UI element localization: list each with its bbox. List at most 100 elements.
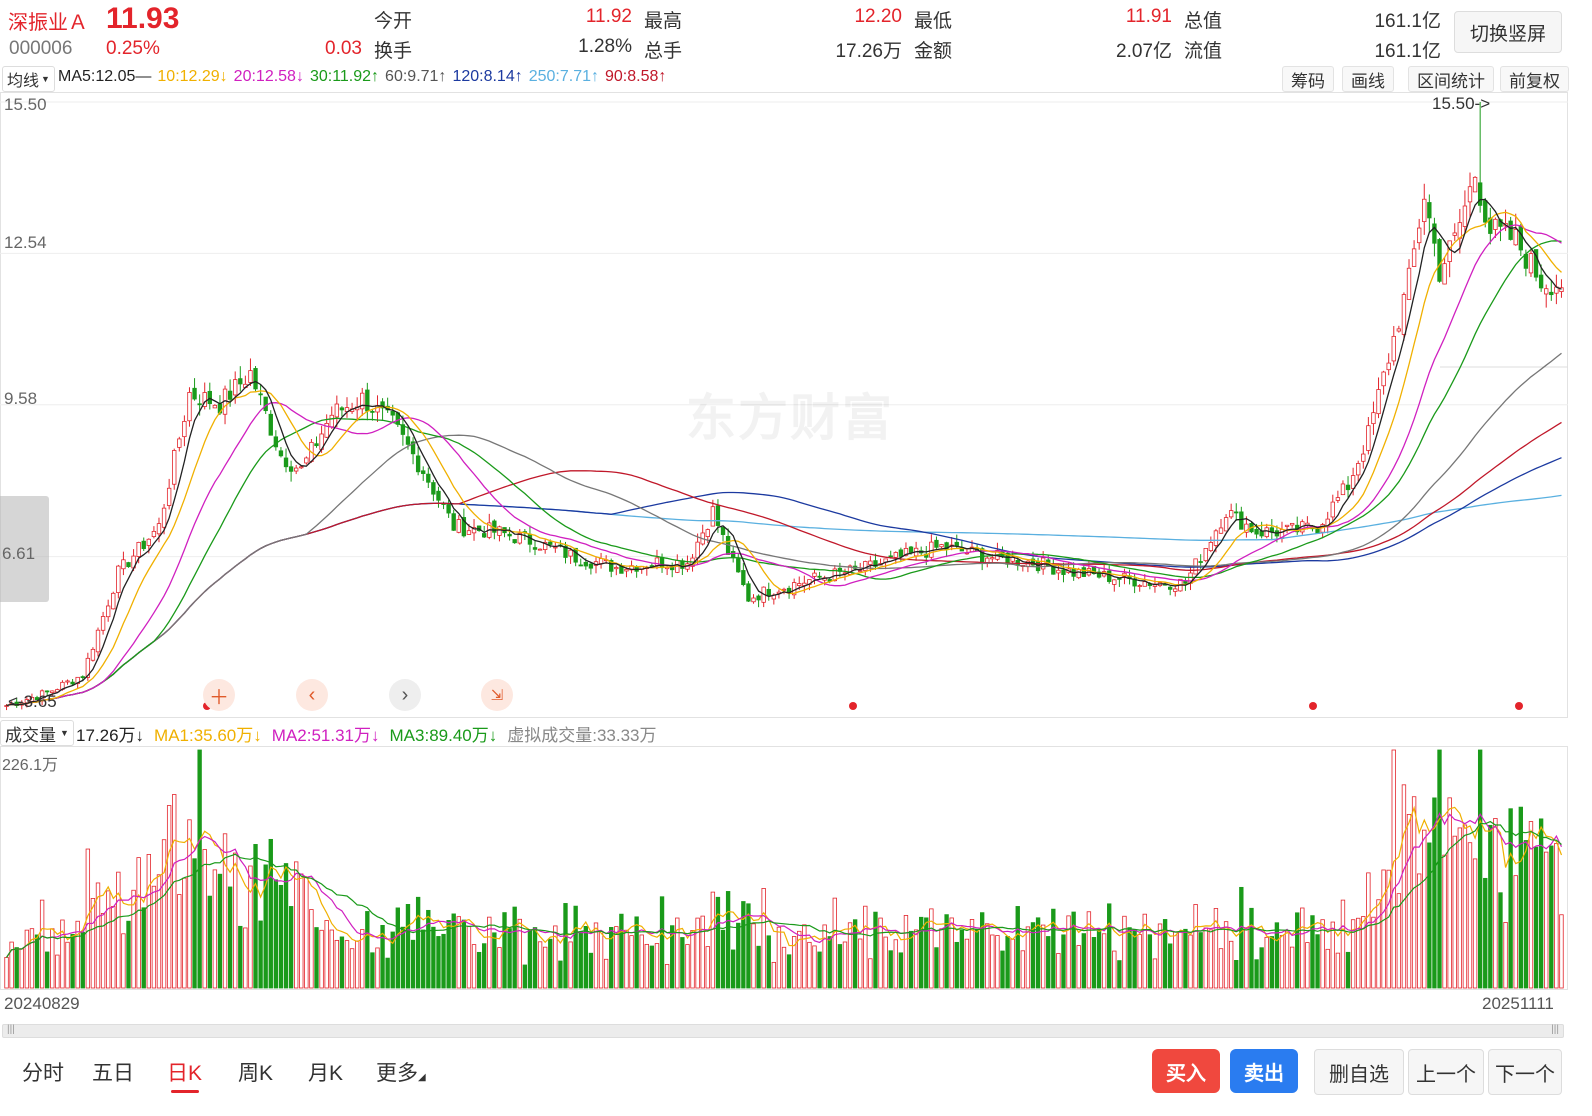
volume-bar [878, 917, 883, 989]
volume-bar [1147, 934, 1153, 989]
volume-legend-item: MA1:35.60万↓ [154, 726, 262, 745]
candle-body [1528, 253, 1534, 274]
candle-body [451, 513, 456, 531]
volume-bar [1076, 945, 1081, 989]
volume-bar [1477, 749, 1483, 989]
chips-button[interactable]: 筹码 [1282, 66, 1334, 92]
tab-five-day[interactable]: 五日 [92, 1057, 134, 1087]
candle-body [1137, 585, 1142, 587]
tab-more[interactable]: 更多◢ [376, 1057, 426, 1087]
volume-bar [527, 929, 533, 989]
volume-bar [136, 857, 141, 989]
tab-minute[interactable]: 分时 [22, 1057, 64, 1087]
event-dot[interactable] [849, 702, 857, 710]
event-dot[interactable] [1515, 702, 1523, 710]
candle-body [370, 411, 375, 413]
volume-bar [1493, 818, 1498, 989]
buy-button[interactable]: 买入 [1152, 1049, 1220, 1093]
volume-bar [827, 936, 832, 989]
volume-bar [426, 909, 431, 989]
ma-selector[interactable]: 均线 ▼ [2, 66, 55, 92]
volume-bar [344, 940, 350, 989]
candle-body [537, 548, 543, 551]
range-scrollbar[interactable]: ||| ||| [2, 1024, 1564, 1038]
volume-bar [548, 938, 553, 989]
min-price-marker: <-3.65 [8, 692, 57, 711]
volume-bar [212, 869, 218, 989]
candle-body [908, 546, 914, 553]
stock-name: 深振业Ａ [8, 12, 88, 34]
volume-bar [370, 952, 375, 989]
volume-chart[interactable] [0, 746, 1568, 990]
volume-bar [705, 946, 710, 989]
volume-bar [695, 917, 700, 989]
volume-bar [34, 934, 40, 989]
volume-bar [593, 922, 599, 989]
candle-body [1056, 569, 1061, 574]
scroll-left-button[interactable]: ‹ [296, 679, 328, 711]
adjust-button[interactable]: 前复权 [1500, 66, 1569, 92]
candle-body [466, 530, 472, 535]
volume-bar [1096, 928, 1102, 989]
volume-bar [751, 923, 756, 989]
volume-bar [1269, 936, 1274, 989]
candle-body [710, 506, 716, 527]
min-price-value: 3.65 [23, 692, 57, 711]
volume-bar [1066, 915, 1071, 989]
tab-daily-k[interactable]: 日K [167, 1057, 202, 1087]
candle-body [268, 413, 273, 436]
volume-bar [278, 884, 284, 989]
stat-value: 161.1亿 [1374, 11, 1441, 32]
volume-bar [1198, 932, 1203, 989]
volume-bar [349, 948, 355, 989]
candle-body [715, 505, 721, 526]
candle-body [141, 540, 146, 550]
scroll-handle-left[interactable]: ||| [7, 1024, 15, 1035]
volume-bar [1538, 818, 1544, 989]
remove-watchlist-button[interactable]: 删自选 [1314, 1049, 1404, 1095]
event-dot[interactable] [1309, 702, 1317, 710]
volume-bar [1188, 934, 1193, 989]
candle-body [497, 526, 502, 536]
volume-bar [1061, 934, 1066, 989]
ma-legend-item: 20:12.58↓ [233, 68, 304, 85]
tab-weekly-k[interactable]: 周K [238, 1057, 273, 1087]
next-stock-button[interactable]: 下一个 [1488, 1049, 1562, 1095]
ma-legend-item: MA5:12.05— [58, 68, 152, 85]
candle-body [797, 583, 802, 586]
candle-body [426, 473, 431, 483]
range-stats-button[interactable]: 区间统计 [1408, 66, 1494, 92]
volume-bar [314, 927, 319, 989]
scroll-right-button[interactable]: › [389, 679, 421, 711]
candle-body [121, 559, 126, 570]
volume-bar [431, 926, 436, 989]
volume-bar [375, 947, 380, 989]
volume-selector[interactable]: 成交量 ▼ [0, 720, 74, 746]
active-tab-indicator [171, 1090, 199, 1093]
volume-bar [1081, 933, 1086, 989]
candle-body [1289, 522, 1295, 526]
volume-bar [1107, 903, 1112, 989]
candle-body [1477, 182, 1483, 206]
scroll-handle-right[interactable]: ||| [1551, 1024, 1559, 1035]
tab-monthly-k[interactable]: 月K [308, 1057, 343, 1087]
ma-legend-item: 120:8.14↑ [452, 68, 523, 85]
volume-bar [558, 960, 563, 989]
candle-body [614, 567, 619, 570]
sell-button[interactable]: 卖出 [1230, 1049, 1298, 1093]
volume-bar [482, 943, 487, 989]
switch-portrait-button[interactable]: 切换竖屏 [1454, 11, 1562, 53]
volume-bar [324, 920, 329, 989]
volume-bar [146, 854, 151, 989]
candle-body [746, 583, 751, 602]
candle-body [1345, 484, 1351, 491]
add-indicator-button[interactable]: ＋ [203, 679, 235, 711]
previous-stock-button[interactable]: 上一个 [1408, 1049, 1484, 1095]
draw-line-button[interactable]: 画线 [1342, 66, 1394, 92]
volume-bar [614, 926, 619, 989]
volume-bar [141, 907, 146, 989]
stat-value: 11.91 [1125, 6, 1172, 27]
collapse-icon[interactable]: ⇲ [481, 679, 513, 711]
candle-body [304, 457, 309, 464]
volume-bar [1330, 921, 1335, 989]
